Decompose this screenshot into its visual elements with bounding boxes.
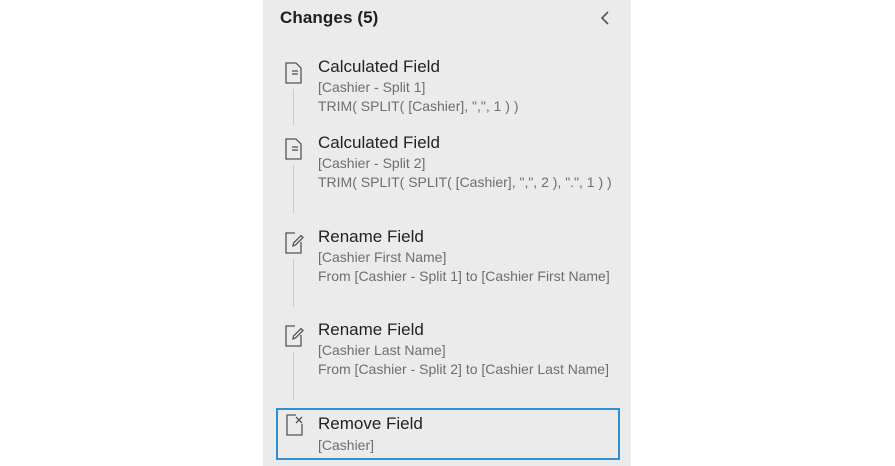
- change-title: Remove Field: [318, 414, 423, 433]
- rename-field-icon: [285, 325, 304, 347]
- change-item-rename-field-2[interactable]: Rename Field [Cashier Last Name] From [C…: [276, 320, 620, 404]
- calculated-field-icon: [285, 138, 302, 160]
- change-field-name: [Cashier Last Name]: [318, 342, 446, 358]
- change-detail: From [Cashier - Split 1] to [Cashier Fir…: [318, 268, 610, 284]
- change-field-name: [Cashier - Split 1]: [318, 79, 426, 95]
- change-detail: From [Cashier - Split 2] to [Cashier Las…: [318, 361, 609, 377]
- calculated-field-icon: [285, 62, 302, 84]
- timeline-line: [293, 352, 294, 400]
- change-item-calculated-field-2[interactable]: Calculated Field [Cashier - Split 2] TRI…: [276, 133, 620, 217]
- change-item-remove-field[interactable]: Remove Field [Cashier]: [276, 408, 620, 460]
- change-title: Rename Field: [318, 227, 424, 246]
- change-title: Calculated Field: [318, 133, 440, 152]
- change-list: Calculated Field [Cashier - Split 1] TRI…: [263, 0, 631, 466]
- change-detail: TRIM( SPLIT( SPLIT( [Cashier], ",", 2 ),…: [318, 174, 612, 190]
- timeline-line: [293, 259, 294, 307]
- timeline-line: [293, 165, 294, 213]
- change-item-rename-field-1[interactable]: Rename Field [Cashier First Name] From […: [276, 227, 620, 311]
- change-field-name: [Cashier - Split 2]: [318, 155, 426, 171]
- timeline-line: [293, 89, 294, 125]
- rename-field-icon: [285, 232, 304, 254]
- changes-panel: Changes (5) Calculated Field [Cashier - …: [263, 0, 631, 466]
- change-field-name: [Cashier]: [318, 437, 375, 453]
- change-field-name: [Cashier First Name]: [318, 249, 447, 265]
- change-title: Calculated Field: [318, 57, 440, 76]
- change-title: Rename Field: [318, 320, 424, 339]
- change-detail: TRIM( SPLIT( [Cashier], ",", 1 ) ): [318, 98, 519, 114]
- remove-field-icon: [286, 414, 303, 436]
- change-item-calculated-field-1[interactable]: Calculated Field [Cashier - Split 1] TRI…: [276, 57, 620, 127]
